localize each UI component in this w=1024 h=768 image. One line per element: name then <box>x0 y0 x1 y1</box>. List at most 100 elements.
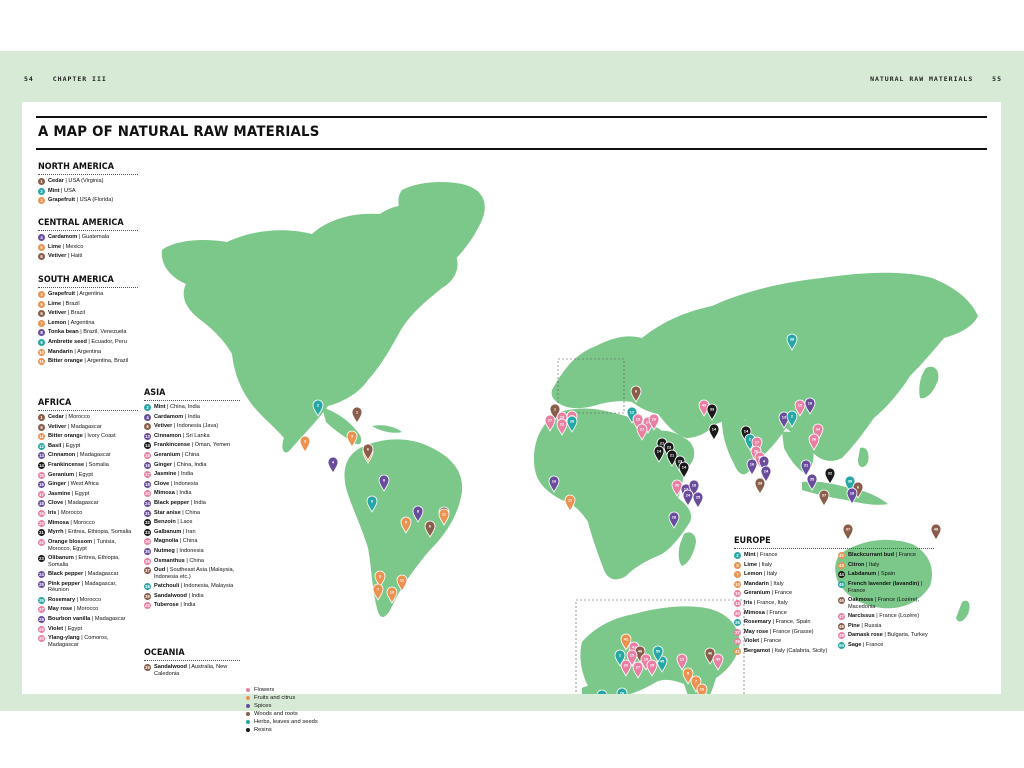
material-name: Lime <box>48 243 62 250</box>
material-text: Geranium | Egypt <box>48 472 93 479</box>
material-name: Geranium <box>48 471 75 478</box>
material-number-badge: 9 <box>38 338 45 346</box>
map-pin[interactable]: 11 <box>564 494 576 512</box>
material-entry: 7 Lemon | Italy <box>734 571 830 579</box>
legend-entry: Woods and roots <box>246 710 318 718</box>
material-name: Ginger <box>154 461 173 468</box>
material-entry: 30 Ylang-ylang | Comoros, Madagascar <box>38 635 138 649</box>
pin-number: 22 <box>560 422 565 427</box>
material-number-badge: 13 <box>144 432 151 440</box>
map-pin[interactable]: 1 <box>351 406 363 424</box>
material-entry: 3 Grapefruit | USA (Florida) <box>38 197 138 205</box>
material-text: Jasmine | Egypt <box>48 491 89 498</box>
material-name: Mimosa <box>48 519 69 526</box>
material-text: Sandalwood | India <box>154 593 204 600</box>
material-origin: | India <box>178 602 196 609</box>
material-origin: | India <box>189 499 206 506</box>
pin-number: 42 <box>624 637 629 642</box>
material-origin: | France, Italy <box>752 599 788 606</box>
material-number-badge: 29 <box>38 625 45 633</box>
material-text: Frankincense | Somalia <box>48 462 109 469</box>
material-text: Vetiver | Indonesia (Java) <box>154 423 218 430</box>
material-entry: 24 Black pepper | India <box>144 499 240 507</box>
material-text: Magnolia | China <box>154 538 197 545</box>
material-name: Magnolia <box>154 538 179 545</box>
region-north-america: NORTH AMERICA 1 Cedar | USA (Virginia) 2 Mi… <box>38 162 138 207</box>
map-pin[interactable]: 37 <box>818 489 830 507</box>
map-pin[interactable]: 3 <box>346 430 358 448</box>
map-pin[interactable]: 14 <box>708 423 720 441</box>
material-entry: 23 Olibanum | Eritrea, Ethiopia, Somalia <box>38 554 138 569</box>
material-origin: | Argentina <box>72 348 102 355</box>
pin-number: 33 <box>710 407 715 412</box>
material-number-badge: 5 <box>734 561 741 569</box>
legend-swatch <box>246 728 250 732</box>
material-number-badge: 15 <box>734 590 741 598</box>
material-entry: 15 Geranium | France <box>734 590 830 598</box>
material-text: Lime | Italy <box>744 562 772 569</box>
pin-number: 17 <box>755 440 760 445</box>
material-origin: | USA <box>59 187 76 194</box>
region-list: 2 Mint | China, India 4 Cardamom | India 6 Ve… <box>144 404 240 610</box>
pin-number: 24 <box>686 493 691 498</box>
material-origin: | Somalia <box>84 461 109 468</box>
material-entry: 11 Bitter orange | Argentina, Brazil <box>38 358 138 366</box>
legend-swatch <box>246 704 250 708</box>
map-pin[interactable]: 31 <box>800 459 812 477</box>
material-name: Ylang-ylang <box>48 635 80 642</box>
material-number-badge: 20 <box>38 519 45 527</box>
map-pin[interactable]: 3 <box>299 435 311 453</box>
region-title: SOUTH AMERICA <box>38 275 114 285</box>
material-entry: 2 Mint | France <box>734 552 830 559</box>
material-number-badge: 30 <box>38 635 45 643</box>
material-entry: 36 Osmanthus | China <box>144 557 240 565</box>
region-title: ASIA <box>144 388 166 398</box>
material-entry: 7 Lemon | Argentina <box>38 319 138 327</box>
material-text: Rosemary | Morocco <box>48 597 101 604</box>
map-pin[interactable]: 26 <box>616 687 628 694</box>
material-name: Orange blossom <box>48 538 93 545</box>
map-pin[interactable]: 32 <box>824 467 836 485</box>
material-origin: | Egypt <box>74 471 93 478</box>
map-pin[interactable]: 4 <box>327 456 339 474</box>
material-entry: 6 Vetiver | Indonesia (Java) <box>144 423 240 431</box>
material-entry: 11 Bitter orange | Ivory Coast <box>38 433 138 441</box>
material-entry: 32 Benzoin | Laos <box>144 519 240 527</box>
material-number-badge: 20 <box>734 609 741 617</box>
material-name: Basil <box>48 442 62 449</box>
map-pin[interactable]: 16 <box>746 458 758 476</box>
material-number-badge: 39 <box>144 664 151 671</box>
material-text: Myrrh | Eritrea, Ethiopia, Somalia <box>48 529 131 536</box>
material-name: Cardamom <box>154 413 184 420</box>
material-origin: | Spain <box>876 571 896 578</box>
material-name: Mimosa <box>744 609 765 616</box>
map-pin[interactable]: 39 <box>754 477 766 495</box>
material-entry: 1 Cedar | Morocco <box>38 414 138 421</box>
material-number-badge: 17 <box>144 471 151 479</box>
region-title: OCEANIA <box>144 648 185 658</box>
material-text: May rose | France (Grasse) <box>744 629 814 636</box>
material-text: Cedar | Morocco <box>48 414 90 421</box>
material-entry: 9 Ambrette seed | Ecuador, Peru <box>38 338 138 346</box>
pin-number: 26 <box>600 693 605 695</box>
material-text: Cardamom | Guatemala <box>48 234 109 241</box>
material-name: Cardamom <box>48 234 78 240</box>
running-header-right: NATURAL RAW MATERIALS 55 <box>870 75 1002 83</box>
material-entry: 49 Damask rose | Bulgaria, Turkey <box>838 632 934 640</box>
material-name: Cinnamon <box>48 452 76 459</box>
material-text: Grapefruit | Argentina <box>48 291 103 298</box>
pin-number: 14 <box>657 449 662 454</box>
legend-entry: Flowers <box>246 686 318 694</box>
map-pin[interactable]: 25 <box>692 491 704 509</box>
material-text: Bergamot | Italy (Calabria, Sicily) <box>744 648 827 655</box>
material-text: Citron | Italy <box>848 562 879 569</box>
material-name: Narcissus <box>848 613 875 620</box>
material-text: Vetiver | Madagascar <box>48 424 102 431</box>
material-number-badge: 19 <box>734 599 741 607</box>
pin-number: 16 <box>750 462 755 467</box>
material-text: Ginger | West Africa <box>48 481 99 488</box>
map-pin[interactable]: 10 <box>696 683 708 694</box>
material-number-badge: 47 <box>838 613 845 621</box>
material-text: Geranium | France <box>744 590 792 597</box>
material-origin: | China, India <box>172 461 207 468</box>
